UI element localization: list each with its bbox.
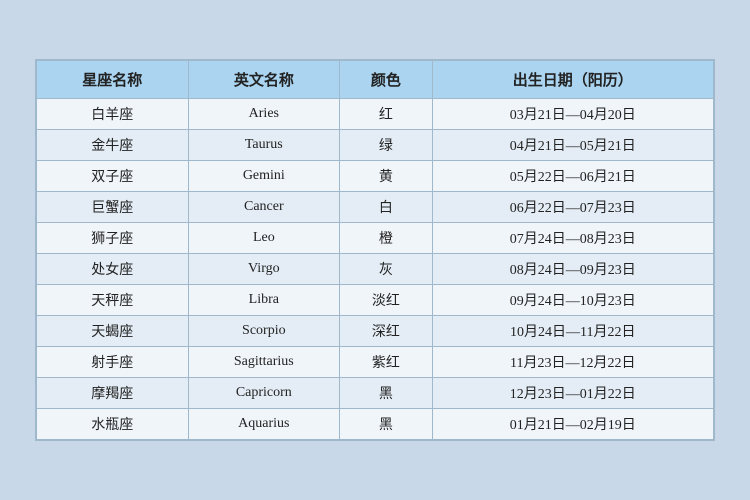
cell-color: 深红: [340, 316, 433, 347]
cell-date: 10月24日—11月22日: [432, 316, 713, 347]
cell-date: 08月24日—09月23日: [432, 254, 713, 285]
table-row: 金牛座Taurus绿04月21日—05月21日: [37, 130, 714, 161]
zodiac-table-wrapper: 星座名称 英文名称 颜色 出生日期（阳历） 白羊座Aries红03月21日—04…: [35, 59, 715, 441]
table-header-row: 星座名称 英文名称 颜色 出生日期（阳历）: [37, 61, 714, 99]
cell-color: 红: [340, 99, 433, 130]
cell-chinese-name: 天蝎座: [37, 316, 189, 347]
zodiac-table: 星座名称 英文名称 颜色 出生日期（阳历） 白羊座Aries红03月21日—04…: [36, 60, 714, 440]
cell-english-name: Taurus: [188, 130, 340, 161]
cell-color: 黑: [340, 378, 433, 409]
cell-english-name: Aquarius: [188, 409, 340, 440]
cell-chinese-name: 水瓶座: [37, 409, 189, 440]
cell-english-name: Virgo: [188, 254, 340, 285]
table-row: 摩羯座Capricorn黑12月23日—01月22日: [37, 378, 714, 409]
table-row: 狮子座Leo橙07月24日—08月23日: [37, 223, 714, 254]
table-row: 处女座Virgo灰08月24日—09月23日: [37, 254, 714, 285]
cell-date: 11月23日—12月22日: [432, 347, 713, 378]
cell-english-name: Leo: [188, 223, 340, 254]
table-body: 白羊座Aries红03月21日—04月20日金牛座Taurus绿04月21日—0…: [37, 99, 714, 440]
cell-english-name: Capricorn: [188, 378, 340, 409]
cell-color: 灰: [340, 254, 433, 285]
header-english-name: 英文名称: [188, 61, 340, 99]
cell-color: 黑: [340, 409, 433, 440]
table-row: 双子座Gemini黄05月22日—06月21日: [37, 161, 714, 192]
cell-date: 07月24日—08月23日: [432, 223, 713, 254]
cell-date: 06月22日—07月23日: [432, 192, 713, 223]
cell-date: 05月22日—06月21日: [432, 161, 713, 192]
cell-date: 03月21日—04月20日: [432, 99, 713, 130]
cell-english-name: Sagittarius: [188, 347, 340, 378]
cell-date: 12月23日—01月22日: [432, 378, 713, 409]
cell-chinese-name: 白羊座: [37, 99, 189, 130]
header-chinese-name: 星座名称: [37, 61, 189, 99]
cell-chinese-name: 金牛座: [37, 130, 189, 161]
cell-color: 绿: [340, 130, 433, 161]
table-row: 天秤座Libra淡红09月24日—10月23日: [37, 285, 714, 316]
table-row: 射手座Sagittarius紫红11月23日—12月22日: [37, 347, 714, 378]
table-row: 天蝎座Scorpio深红10月24日—11月22日: [37, 316, 714, 347]
cell-date: 04月21日—05月21日: [432, 130, 713, 161]
cell-chinese-name: 天秤座: [37, 285, 189, 316]
cell-chinese-name: 狮子座: [37, 223, 189, 254]
header-color: 颜色: [340, 61, 433, 99]
cell-english-name: Gemini: [188, 161, 340, 192]
cell-color: 橙: [340, 223, 433, 254]
cell-chinese-name: 射手座: [37, 347, 189, 378]
table-row: 白羊座Aries红03月21日—04月20日: [37, 99, 714, 130]
cell-color: 淡红: [340, 285, 433, 316]
cell-chinese-name: 处女座: [37, 254, 189, 285]
cell-english-name: Aries: [188, 99, 340, 130]
table-row: 巨蟹座Cancer白06月22日—07月23日: [37, 192, 714, 223]
cell-color: 紫红: [340, 347, 433, 378]
cell-date: 09月24日—10月23日: [432, 285, 713, 316]
cell-color: 白: [340, 192, 433, 223]
cell-english-name: Scorpio: [188, 316, 340, 347]
cell-color: 黄: [340, 161, 433, 192]
table-row: 水瓶座Aquarius黑01月21日—02月19日: [37, 409, 714, 440]
cell-chinese-name: 双子座: [37, 161, 189, 192]
cell-english-name: Cancer: [188, 192, 340, 223]
cell-chinese-name: 巨蟹座: [37, 192, 189, 223]
cell-english-name: Libra: [188, 285, 340, 316]
header-date: 出生日期（阳历）: [432, 61, 713, 99]
cell-chinese-name: 摩羯座: [37, 378, 189, 409]
cell-date: 01月21日—02月19日: [432, 409, 713, 440]
